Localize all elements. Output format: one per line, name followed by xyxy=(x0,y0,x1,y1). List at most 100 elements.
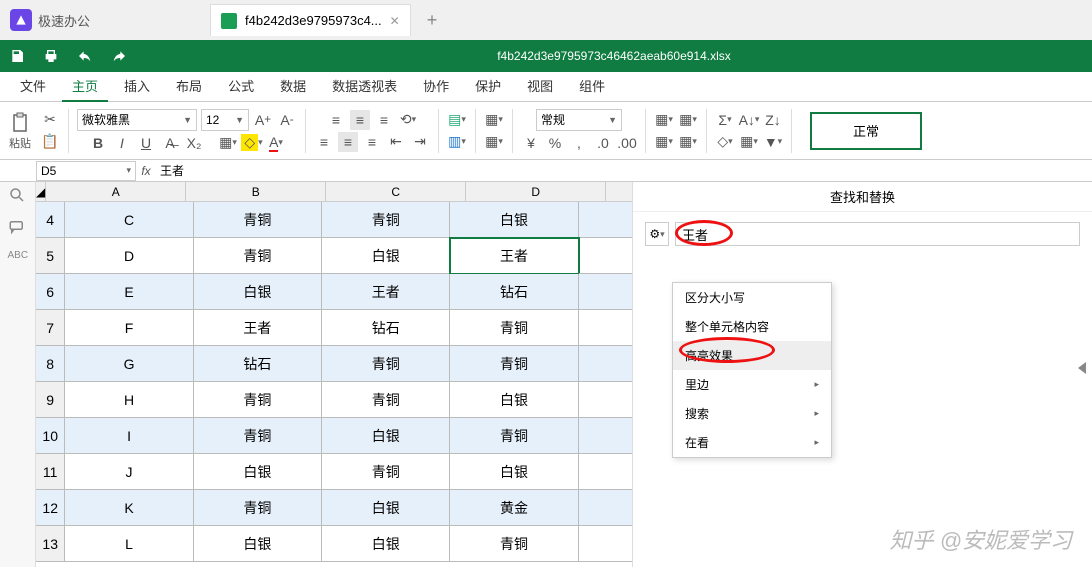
fx-icon[interactable]: fx xyxy=(136,164,156,178)
bold-button[interactable]: B xyxy=(88,133,108,153)
cell[interactable]: 青铜 xyxy=(194,202,322,238)
cell[interactable]: 青铜 xyxy=(194,490,322,526)
ribbon-tab-7[interactable]: 协作 xyxy=(413,72,459,102)
align-right-icon[interactable]: ≡ xyxy=(362,132,382,152)
cell[interactable]: F xyxy=(65,310,193,346)
decrease-decimal-icon[interactable]: .0 xyxy=(593,133,613,153)
cell[interactable]: E xyxy=(65,274,193,310)
orientation-icon[interactable]: ⟲▾ xyxy=(398,110,418,130)
undo-button[interactable] xyxy=(68,40,102,72)
cell-style-preview[interactable]: 正常 xyxy=(810,112,922,150)
cell[interactable]: 王者 xyxy=(322,274,450,310)
autosum-icon[interactable]: Σ▾ xyxy=(715,110,735,130)
find-input[interactable] xyxy=(675,222,1080,246)
cell[interactable]: H xyxy=(65,382,193,418)
row-header[interactable]: 9 xyxy=(36,382,65,418)
ribbon-tab-2[interactable]: 插入 xyxy=(114,72,160,102)
align-middle-icon[interactable]: ≡ xyxy=(350,110,370,130)
spellcheck-icon[interactable]: ABC xyxy=(8,250,28,270)
ribbon-tab-10[interactable]: 组件 xyxy=(569,72,615,102)
column-header[interactable]: A xyxy=(46,182,186,202)
cell[interactable]: 白银 xyxy=(322,526,450,562)
row-header[interactable]: 13 xyxy=(36,526,65,562)
cell[interactable]: 白银 xyxy=(194,526,322,562)
row-header[interactable]: 11 xyxy=(36,454,65,490)
ribbon-tab-6[interactable]: 数据透视表 xyxy=(322,72,407,102)
document-tab[interactable]: f4b242d3e9795973c4... ✕ xyxy=(210,4,411,36)
ribbon-tab-4[interactable]: 公式 xyxy=(218,72,264,102)
comments-icon[interactable] xyxy=(8,218,28,238)
menu-item[interactable]: 区分大小写 xyxy=(673,283,831,312)
cell[interactable]: 钻石 xyxy=(450,274,578,310)
percent-icon[interactable]: % xyxy=(545,133,565,153)
ribbon-tab-9[interactable]: 视图 xyxy=(517,72,563,102)
align-bottom-icon[interactable]: ≡ xyxy=(374,110,394,130)
cell-style-icon[interactable]: ▦▾ xyxy=(654,132,674,152)
currency-icon[interactable]: ¥ xyxy=(521,133,541,153)
cell[interactable]: 白银 xyxy=(322,418,450,454)
spreadsheet-grid[interactable]: ◢ ABCDEFGH 4C青铜青铜白银5D青铜白银王者6E白银王者钻石7F王者钻… xyxy=(36,182,1092,567)
row-header[interactable]: 8 xyxy=(36,346,65,382)
cell[interactable]: 黄金 xyxy=(450,490,578,526)
cell[interactable]: 白银 xyxy=(450,202,578,238)
strikethrough-button[interactable]: A̶ xyxy=(160,133,180,153)
cell[interactable]: 青铜 xyxy=(322,346,450,382)
cell[interactable]: 钻石 xyxy=(194,346,322,382)
merge-cells-icon[interactable]: ▥▾ xyxy=(447,132,467,152)
cell[interactable]: 白银 xyxy=(450,382,578,418)
cell[interactable]: 青铜 xyxy=(194,238,322,274)
cell[interactable]: 青铜 xyxy=(450,346,578,382)
cell[interactable]: 白银 xyxy=(322,238,450,274)
decrease-font-icon[interactable]: A- xyxy=(277,110,297,130)
cell[interactable]: K xyxy=(65,490,193,526)
row-header[interactable]: 4 xyxy=(36,202,65,238)
column-header[interactable]: C xyxy=(326,182,466,202)
menu-item[interactable]: 搜索▸ xyxy=(673,399,831,428)
comma-icon[interactable]: , xyxy=(569,133,589,153)
border-button[interactable]: ▦▾ xyxy=(218,133,238,153)
insert-rows-icon[interactable]: ▦▾ xyxy=(484,110,504,130)
select-all-corner[interactable]: ◢ xyxy=(36,182,46,202)
cell[interactable]: 白银 xyxy=(194,274,322,310)
search-icon[interactable] xyxy=(8,186,28,206)
cell[interactable]: 钻石 xyxy=(322,310,450,346)
row-header[interactable]: 12 xyxy=(36,490,65,526)
cell[interactable]: 青铜 xyxy=(450,418,578,454)
fill-icon[interactable]: ▦▾ xyxy=(739,132,759,152)
ribbon-tab-0[interactable]: 文件 xyxy=(10,72,56,102)
menu-item[interactable]: 高亮效果 xyxy=(673,341,831,370)
font-family-select[interactable]: 微软雅黑▼ xyxy=(77,109,197,131)
redo-button[interactable] xyxy=(102,40,136,72)
scroll-left-icon[interactable] xyxy=(1078,362,1086,374)
cell[interactable]: L xyxy=(65,526,193,562)
clear-style-icon[interactable]: ▦▾ xyxy=(678,132,698,152)
save-button[interactable] xyxy=(0,40,34,72)
align-top-icon[interactable]: ≡ xyxy=(326,110,346,130)
cell[interactable]: 青铜 xyxy=(322,454,450,490)
filter-icon[interactable]: ▼▾ xyxy=(763,132,783,152)
row-header[interactable]: 10 xyxy=(36,418,65,454)
delete-rows-icon[interactable]: ▦▾ xyxy=(484,132,504,152)
indent-icon[interactable]: ⇤ xyxy=(386,132,406,152)
menu-item[interactable]: 里边▸ xyxy=(673,370,831,399)
cell[interactable]: 白银 xyxy=(194,454,322,490)
underline-button[interactable]: U xyxy=(136,133,156,153)
cell[interactable]: 青铜 xyxy=(322,202,450,238)
conditional-format-icon[interactable]: ▦▾ xyxy=(654,110,674,130)
cell[interactable]: 青铜 xyxy=(322,382,450,418)
new-tab-button[interactable]: + xyxy=(427,10,438,31)
cell[interactable]: 白银 xyxy=(322,490,450,526)
outdent-icon[interactable]: ⇥ xyxy=(410,132,430,152)
paste-button[interactable]: 粘贴 xyxy=(8,111,32,151)
sort-desc-icon[interactable]: Z↓ xyxy=(763,110,783,130)
row-header[interactable]: 5 xyxy=(36,238,65,274)
format-painter-icon[interactable]: ✂ xyxy=(40,110,60,130)
fill-color-button[interactable]: ◇▾ xyxy=(242,133,262,153)
subscript-button[interactable]: X₂ xyxy=(184,133,204,153)
font-size-select[interactable]: 12▼ xyxy=(201,109,249,131)
increase-decimal-icon[interactable]: .00 xyxy=(617,133,637,153)
row-header[interactable]: 7 xyxy=(36,310,65,346)
cell[interactable]: C xyxy=(65,202,193,238)
align-left-icon[interactable]: ≡ xyxy=(314,132,334,152)
ribbon-tab-3[interactable]: 布局 xyxy=(166,72,212,102)
